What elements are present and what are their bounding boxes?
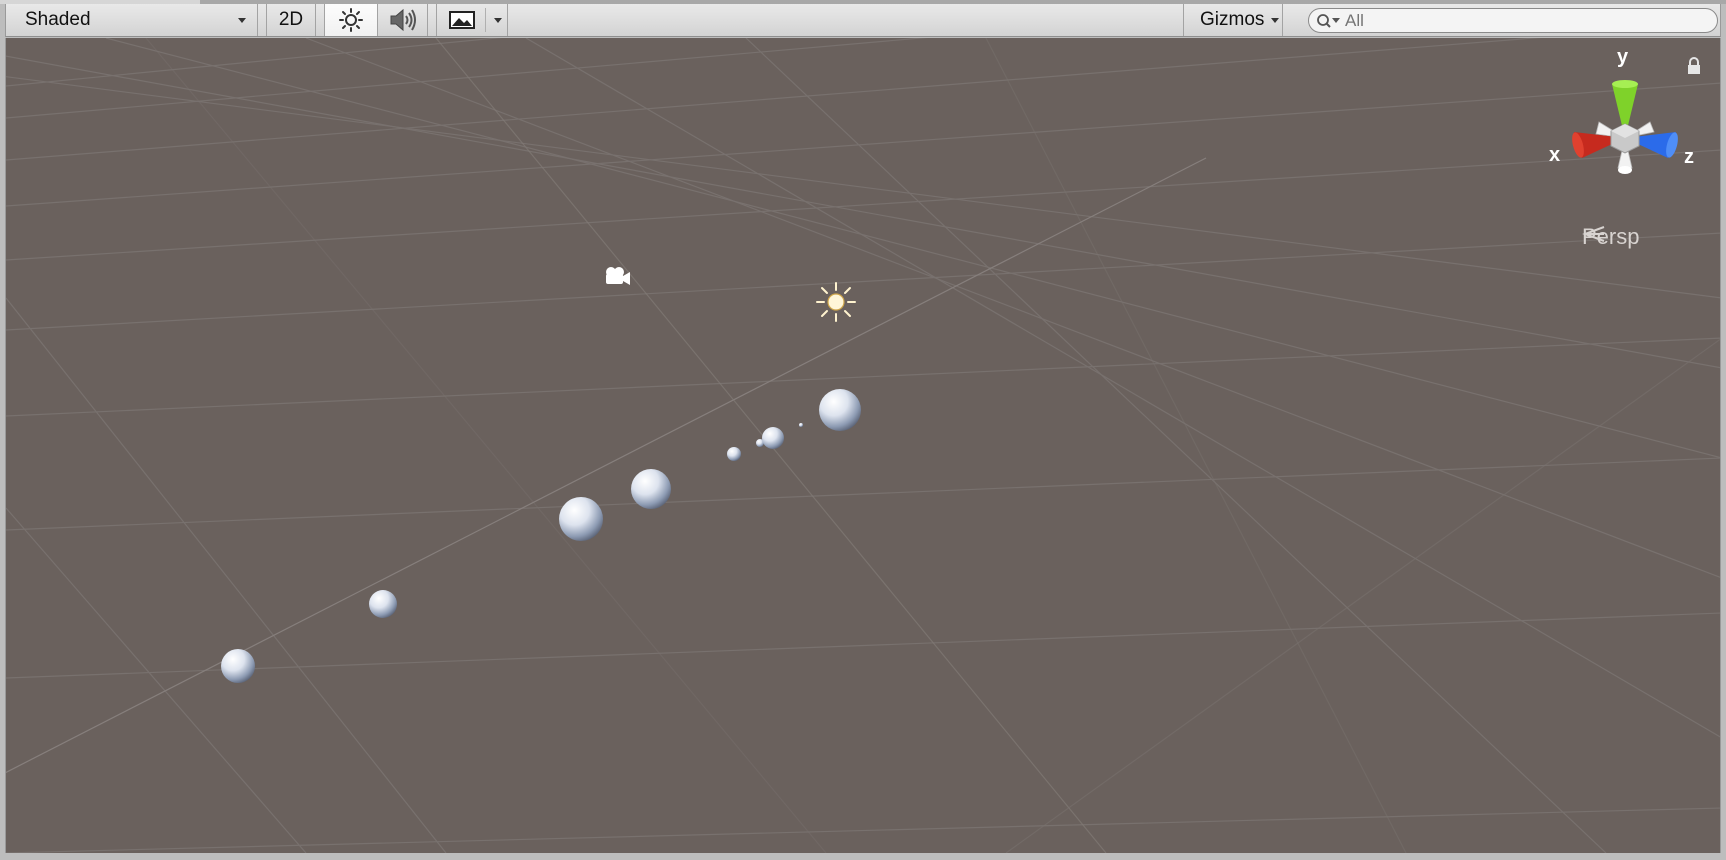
scene-window: Shaded 2D Gizmos All y x z Persp <box>0 0 1726 860</box>
search-field[interactable] <box>1308 8 1718 33</box>
effects-dropdown[interactable] <box>436 4 508 36</box>
image-icon <box>449 11 475 29</box>
scene-grid <box>6 38 1720 853</box>
search-icon <box>1317 13 1340 28</box>
2d-toggle-button[interactable]: 2D <box>266 4 316 36</box>
scene-toolbar: Shaded 2D Gizmos All <box>5 4 1721 37</box>
2d-toggle-label: 2D <box>278 9 304 30</box>
scene-viewport[interactable]: y x z Persp <box>5 38 1721 853</box>
sphere <box>221 649 255 683</box>
chevron-down-icon <box>1271 18 1279 23</box>
shading-mode-label: Shaded <box>25 9 91 30</box>
gizmos-label: Gizmos <box>1200 9 1265 30</box>
sun-icon <box>339 8 363 32</box>
chevron-down-icon <box>494 18 502 23</box>
orientation-gizmo[interactable] <box>1546 66 1696 216</box>
chevron-down-icon <box>238 18 246 23</box>
sphere <box>799 423 803 427</box>
sphere <box>762 427 784 449</box>
sphere <box>559 497 603 541</box>
sphere <box>631 469 671 509</box>
perspective-icon <box>1582 226 1605 242</box>
projection-toggle[interactable]: Persp <box>1582 224 1639 250</box>
spheres <box>221 389 861 683</box>
sphere <box>369 590 397 618</box>
audio-toggle-button[interactable] <box>378 4 428 36</box>
gizmo-z-label: z <box>1684 146 1694 168</box>
sphere <box>819 389 861 431</box>
lock-icon[interactable] <box>1685 56 1703 76</box>
shading-mode-dropdown[interactable]: Shaded <box>6 4 258 36</box>
gizmo-x-label: x <box>1549 144 1561 166</box>
gizmo-y-label: y <box>1617 46 1629 68</box>
search-input[interactable] <box>1345 10 1695 31</box>
dropdown-divider <box>485 8 486 32</box>
lighting-toggle-button[interactable] <box>324 4 378 36</box>
camera-icon[interactable] <box>601 264 633 288</box>
sphere <box>727 447 741 461</box>
speaker-icon <box>390 8 416 32</box>
directional-light-icon[interactable] <box>814 280 858 324</box>
gizmos-dropdown[interactable]: Gizmos <box>1183 4 1283 36</box>
